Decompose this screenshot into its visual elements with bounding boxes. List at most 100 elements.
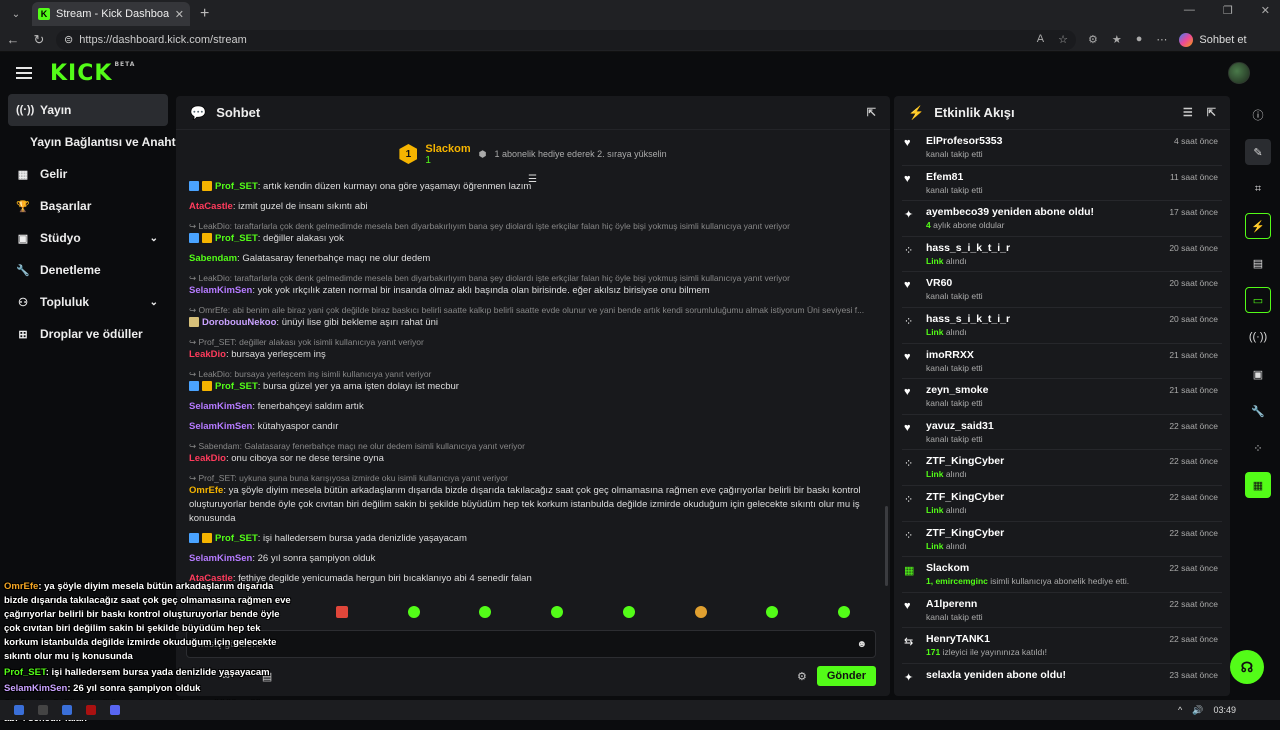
chat-username[interactable]: SelamKimSen [189, 285, 252, 296]
activity-item[interactable]: ⁘ hass_s_i_k_t_i_r Link alındı 20 saat ön… [902, 237, 1222, 273]
copilot-button[interactable]: Sohbet et [1179, 32, 1247, 47]
taskbar-app-icon[interactable] [110, 705, 120, 715]
chat-username[interactable]: SelamKimSen [189, 553, 252, 564]
read-aloud-icon[interactable]: A [1037, 33, 1044, 46]
sidebar-item-basarilar[interactable]: 🏆 Başarılar [8, 190, 168, 222]
pinned-username[interactable]: Slackom [425, 143, 470, 155]
activity-item[interactable]: ⇆ HenryTANK1 171 izleyici ile yayınınıza … [902, 628, 1222, 664]
chat-username[interactable]: Sabendam [189, 253, 237, 264]
new-tab-icon[interactable]: + [200, 5, 209, 23]
emote-icon[interactable] [694, 606, 707, 618]
taskbar-app-icon[interactable] [86, 705, 96, 715]
broadcast-icon[interactable]: ((·)) [1245, 324, 1271, 350]
activity-item[interactable]: ♥ zeyn_smoke kanalı takip etti 21 saat ön… [902, 379, 1222, 415]
popout-icon[interactable]: ⇱ [1207, 106, 1216, 119]
sidebar-item-studyo[interactable]: ▣ Stüdyo ⌄ [8, 222, 168, 254]
close-tab-icon[interactable]: ✕ [175, 8, 184, 21]
extensions-icon[interactable]: ⚙ [1088, 33, 1098, 46]
chat-username[interactable]: Prof_SET [215, 181, 258, 192]
filter-icon[interactable]: ☰ [1183, 106, 1193, 119]
reply-context[interactable]: ↪ OmrEfe: abi benim aile biraz yani çok … [189, 304, 866, 316]
document-icon[interactable]: ▤ [1245, 250, 1271, 276]
chat-username[interactable]: SelamKimSen [189, 401, 252, 412]
activity-item[interactable]: ♥ ElProfesor5353 kanalı takip etti 4 saat… [902, 130, 1222, 166]
avatar[interactable] [1228, 62, 1250, 84]
activity-item[interactable]: ⁘ ZTF_KingCyber Link alındı 22 saat önce [902, 522, 1222, 558]
back-icon[interactable]: ← [0, 32, 26, 47]
activity-item[interactable]: ▦ Slackom 1, emircemginc isimli kullanıcı… [902, 557, 1222, 593]
gear-icon[interactable]: ⚙ [797, 670, 807, 683]
chat-username[interactable]: Prof_SET [215, 381, 258, 392]
activity-item[interactable]: ♥ Efem81 kanalı takip etti 11 saat önce [902, 166, 1222, 202]
reply-context[interactable]: ↪ LeakDio: taraftarlarla çok denk gelmed… [189, 220, 866, 232]
profile-icon[interactable]: ● [1136, 33, 1143, 46]
reply-context[interactable]: ↪ Prof_SET: uykuna şuna buna karışıyosa … [189, 472, 866, 484]
taskbar-app-icon[interactable] [38, 705, 48, 715]
reload-icon[interactable]: ↻ [26, 32, 52, 48]
activity-item[interactable]: ⁘ ZTF_KingCyber Link alındı 22 saat önce [902, 450, 1222, 486]
maximize-icon[interactable]: ❐ [1223, 4, 1233, 17]
start-icon[interactable] [14, 705, 24, 715]
chat-bubble-icon[interactable]: ▭ [1245, 287, 1271, 313]
clapper-icon[interactable]: ▦ [1245, 472, 1271, 498]
clock[interactable]: 03:49 [1213, 705, 1236, 715]
activity-item[interactable]: ⁘ hass_s_i_k_t_i_r Link alındı 20 saat ön… [902, 308, 1222, 344]
more-icon[interactable]: ⋯ [1156, 33, 1167, 46]
crop-icon[interactable]: ⌗ [1245, 176, 1271, 202]
chat-username[interactable]: AtaCastle [189, 201, 233, 212]
chat-username[interactable]: OmrEfe [189, 485, 223, 496]
pencil-icon[interactable]: ✎ [1245, 139, 1271, 165]
activity-item[interactable]: ♥ imoRRXX kanalı takip etti 21 saat önce [902, 344, 1222, 380]
chat-username[interactable]: Prof_SET [215, 233, 258, 244]
sidebar-item-topluluk[interactable]: ⚇ Topluluk ⌄ [8, 286, 168, 318]
url-field[interactable]: ⊜ https://dashboard.kick.com/stream A ☆ [56, 29, 1076, 50]
activity-item[interactable]: ♥ yavuz_said31 kanalı takip etti 22 saat … [902, 415, 1222, 451]
activity-item[interactable]: ✦ ayembeco39 yeniden abone oldu! 4 aylık … [902, 201, 1222, 237]
minimize-icon[interactable]: — [1184, 4, 1195, 17]
emote-icon[interactable] [838, 606, 851, 618]
activity-item[interactable]: ⁘ ZTF_KingCyber Link alındı 22 saat önce [902, 486, 1222, 522]
info-icon[interactable]: ⓘ [1245, 102, 1271, 128]
sidebar-item-yayin[interactable]: ((·)) Yayın [8, 94, 168, 126]
volume-icon[interactable]: 🔊 [1192, 705, 1203, 716]
favorites-icon[interactable]: ★ [1112, 33, 1122, 46]
reply-context[interactable]: ↪ LeakDio: bursaya yerleşcem inş isimli … [189, 368, 866, 380]
sidebar-item-denetleme[interactable]: 🔧 Denetleme [8, 254, 168, 286]
dots-icon[interactable]: ⁘ [1245, 435, 1271, 461]
taskbar-app-icon[interactable] [62, 705, 72, 715]
emote-icon[interactable] [622, 606, 635, 618]
sidebar-item-gelir[interactable]: ▦ Gelir [8, 158, 168, 190]
reply-context[interactable]: ↪ LeakDio: taraftarlarla çok denk gelmed… [189, 272, 866, 284]
site-info-icon[interactable]: ⊜ [64, 33, 73, 46]
favorite-star-icon[interactable]: ☆ [1058, 33, 1068, 46]
popout-icon[interactable]: ⇱ [867, 106, 876, 119]
chat-username[interactable]: DorobouuNekoo [202, 317, 276, 328]
chat-username[interactable]: Prof_SET [215, 533, 258, 544]
chat-username[interactable]: LeakDio [189, 453, 226, 464]
tray-chevron-icon[interactable]: ^ [1178, 705, 1182, 715]
chat-username[interactable]: LeakDio [189, 349, 226, 360]
emote-icon[interactable] [335, 606, 348, 618]
wrench-icon[interactable]: 🔧 [1245, 398, 1271, 424]
chat-scrollbar[interactable] [885, 506, 888, 586]
help-button[interactable]: ☊ [1230, 650, 1264, 684]
kick-logo[interactable]: KICK BETA [50, 61, 135, 86]
tab-list-icon[interactable]: ⌄ [4, 2, 28, 26]
browser-tab[interactable]: K Stream - Kick Dashboard ✕ [32, 2, 190, 26]
reply-context[interactable]: ↪ Prof_SET: değiller alakası yok isimli … [189, 336, 866, 348]
emoji-icon[interactable]: ☻ [856, 639, 867, 650]
emote-icon[interactable] [479, 606, 492, 618]
activity-item[interactable]: ♥ A1lperenn kanalı takip etti 22 saat önc… [902, 593, 1222, 629]
close-window-icon[interactable]: ✕ [1261, 4, 1270, 17]
layout-icon[interactable]: ▣ [1245, 361, 1271, 387]
activity-item[interactable]: ♥ VR60 kanalı takip etti 20 saat önce [902, 272, 1222, 308]
emote-icon[interactable] [766, 606, 779, 618]
chat-username[interactable]: SelamKimSen [189, 421, 252, 432]
emote-icon[interactable] [407, 606, 420, 618]
sidebar-item-stream-key[interactable]: Yayın Bağlantısı ve Anahtarı [0, 126, 190, 158]
activity-item[interactable]: ✦ selaxla yeniden abone oldu! 23 saat ön… [902, 664, 1222, 696]
send-button[interactable]: Gönder [816, 666, 876, 686]
reply-context[interactable]: ↪ Sabendam: Galatasaray fenerbahçe maçı … [189, 440, 866, 452]
emote-icon[interactable] [551, 606, 564, 618]
sidebar-item-droplar[interactable]: ⊞ Droplar ve ödüller [8, 318, 168, 350]
